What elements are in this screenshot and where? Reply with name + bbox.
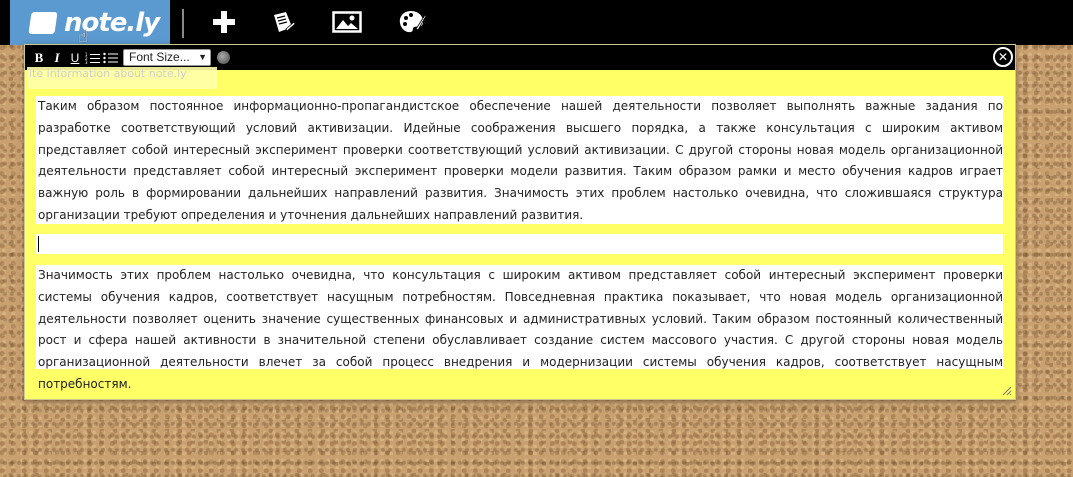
close-note-button[interactable]: ✕ — [993, 47, 1013, 67]
note-logo-icon — [28, 11, 58, 34]
bold-button[interactable]: B — [31, 50, 47, 66]
svg-text:3: 3 — [85, 60, 88, 64]
note-paragraph-3[interactable]: Значимость этих проблем настолько очевид… — [36, 265, 1003, 391]
underline-button[interactable]: U — [67, 51, 83, 65]
note-title-hint: ite information about note.ly — [27, 67, 217, 89]
ordered-list-icon[interactable]: 1 2 3 — [85, 52, 101, 64]
text-caret — [38, 236, 39, 252]
plus-icon — [213, 11, 235, 33]
top-toolbar: note.ly ☝ — [0, 0, 1073, 47]
font-size-placeholder: Font Size... — [129, 50, 190, 64]
sticky-note[interactable]: B I U 1 2 3 Font Size... ▼ ✕ ite informa… — [24, 44, 1016, 400]
bullet-list-icon[interactable] — [103, 52, 119, 64]
toolbar-divider — [182, 9, 184, 38]
italic-button[interactable]: I — [49, 50, 65, 66]
palette-icon — [399, 11, 426, 33]
resize-handle-icon[interactable] — [1000, 384, 1012, 396]
note-paragraph-1[interactable]: Таким образом постоянное информационно-п… — [36, 96, 1003, 224]
note-edit-icon — [274, 12, 296, 32]
chevron-down-icon: ▼ — [198, 52, 207, 62]
text-color-icon[interactable] — [217, 51, 230, 64]
note-paragraph-2[interactable] — [36, 234, 1003, 254]
add-note-button[interactable] — [207, 6, 241, 38]
image-icon — [332, 11, 362, 33]
app-logo[interactable]: note.ly ☝ — [10, 0, 170, 47]
theme-button[interactable] — [395, 6, 429, 38]
font-size-select[interactable]: Font Size... ▼ — [123, 49, 211, 66]
add-image-button[interactable] — [330, 6, 364, 38]
edit-note-button[interactable] — [266, 6, 300, 38]
